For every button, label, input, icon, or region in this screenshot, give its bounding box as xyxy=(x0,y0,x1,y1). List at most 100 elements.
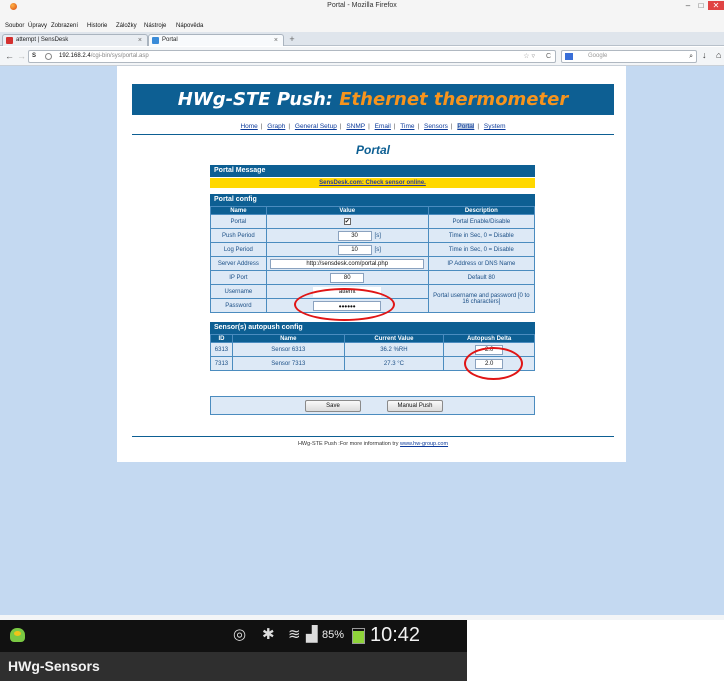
home-icon[interactable]: ⌂ xyxy=(716,50,721,60)
column-header: Name xyxy=(231,334,345,343)
tab-bar: attempt | SensDesk × Portal × + xyxy=(0,32,724,46)
new-tab-button[interactable]: + xyxy=(286,34,298,45)
nav-sensors[interactable]: Sensors xyxy=(424,123,448,130)
row-label: Portal xyxy=(210,214,267,229)
google-engine-icon[interactable] xyxy=(565,53,573,60)
bookmark-star-icon[interactable]: ☆ ▿ xyxy=(523,51,535,62)
nav-system[interactable]: System xyxy=(484,123,506,130)
nav-home[interactable]: Home xyxy=(240,123,257,130)
row-label: Username xyxy=(210,284,267,299)
divider xyxy=(132,134,614,135)
footer-link[interactable]: www.hw-group.com xyxy=(400,441,448,447)
tab-portal[interactable]: Portal × xyxy=(148,34,284,46)
row-label: Password xyxy=(210,298,267,313)
save-button[interactable]: Save xyxy=(305,400,361,412)
battery-icon xyxy=(352,628,365,644)
sensdesk-favicon-icon xyxy=(6,37,13,44)
tab-close-icon[interactable]: × xyxy=(138,35,142,46)
status-clock: 10:42 xyxy=(370,624,421,646)
row-description: Default 80 xyxy=(427,270,536,285)
menu-upravy[interactable]: Úpravy xyxy=(28,23,47,29)
portal-message-link[interactable]: SensDesk.com: Check sensor online. xyxy=(319,180,426,186)
menu-historie[interactable]: Historie xyxy=(87,23,107,29)
sensor-value: 36.2 %RH xyxy=(343,342,445,357)
delta-highlight-circle xyxy=(464,347,523,380)
download-icon[interactable]: ↓ xyxy=(702,50,707,60)
row-description: Portal Enable/Disable xyxy=(427,214,536,229)
column-header: ID xyxy=(210,334,233,343)
sensor-id: 6313 xyxy=(210,342,233,357)
nav-time[interactable]: Time xyxy=(400,123,414,130)
tab-close-icon[interactable]: × xyxy=(274,35,278,46)
sensor-name: Sensor 6313 xyxy=(231,342,345,357)
site-identity-icon[interactable]: S xyxy=(32,51,36,62)
window-title: Portal - Mozilla Firefox xyxy=(327,2,397,9)
ip-port-input[interactable]: 80 xyxy=(330,272,365,283)
tab-label: Portal xyxy=(162,37,178,43)
search-bar[interactable]: Google ⌕ xyxy=(561,50,697,63)
table-row: Log Period 10 [s] Time in Sec, 0 = Disabl… xyxy=(210,242,536,257)
tab-label: attempt | SensDesk xyxy=(16,37,69,43)
column-header: Value xyxy=(265,206,429,215)
minimize-button[interactable]: – xyxy=(683,1,693,10)
credentials-description: Portal username and password [0 to 16 ch… xyxy=(427,284,536,313)
nav-separator: | xyxy=(393,123,396,130)
manual-push-button[interactable]: Manual Push xyxy=(387,400,443,412)
log-period-input[interactable]: 10 xyxy=(337,244,372,255)
row-description: IP Address or DNS Name xyxy=(427,256,536,271)
portal-enable-checkbox[interactable]: ✔ xyxy=(343,217,351,225)
table-row: Server Address http://sensdesk.com/porta… xyxy=(210,256,536,271)
back-button[interactable]: ← xyxy=(5,50,14,62)
tab-sensdesk[interactable]: attempt | SensDesk × xyxy=(2,34,148,46)
navigation-bar: ← → S 192.168.2.4/cgi-bin/sys/portal.asp… xyxy=(0,47,724,66)
url-bar[interactable]: S 192.168.2.4/cgi-bin/sys/portal.asp ☆ ▿… xyxy=(28,50,556,63)
value-cell: 80 xyxy=(265,270,429,285)
page-banner: HWg-STE Push: Ethernet thermometer xyxy=(132,84,614,115)
table-header-row: Name Value Description xyxy=(210,206,536,215)
footer-text: HWg-STE Push :For more information try xyxy=(297,441,399,447)
nav-separator: | xyxy=(477,123,480,130)
menu-zalozky[interactable]: Záložky xyxy=(116,23,137,29)
menu-nastroje[interactable]: Nástroje xyxy=(144,23,166,29)
forward-button[interactable]: → xyxy=(17,50,26,62)
nav-general-setup[interactable]: General Setup xyxy=(295,123,337,130)
reload-icon[interactable]: C xyxy=(546,51,551,62)
sensor-name: Sensor 7313 xyxy=(231,356,345,371)
close-window-button[interactable]: ✕ xyxy=(708,1,724,10)
nav-snmp[interactable]: SNMP xyxy=(346,123,365,130)
banner-product-name: HWg-STE Push: xyxy=(177,89,333,110)
divider xyxy=(132,436,614,437)
push-period-input[interactable]: 30 xyxy=(337,230,372,241)
row-label: Push Period xyxy=(210,228,267,243)
url-host: 192.168.2.4 xyxy=(59,53,91,59)
portal-message-row: SensDesk.com: Check sensor online. xyxy=(210,178,535,188)
android-status-bar: ◎ ✱ ≋ ▟ 85% 10:42 xyxy=(0,620,467,652)
nav-separator: | xyxy=(368,123,370,130)
table-header-row: ID Name Current Value Autopush Delta xyxy=(210,334,535,343)
table-row: Push Period 30 [s] Time in Sec, 0 = Disab… xyxy=(210,228,536,243)
nav-graph[interactable]: Graph xyxy=(267,123,285,130)
nav-email[interactable]: Email xyxy=(375,123,391,130)
row-description: Time in Sec, 0 = Disable xyxy=(427,242,536,257)
eye-icon: ◎ xyxy=(233,626,247,643)
column-header: Name xyxy=(210,206,267,215)
search-placeholder: Google xyxy=(588,53,608,59)
page-footer: HWg-STE Push :For more information try w… xyxy=(132,441,614,447)
signal-icon: ▟ xyxy=(306,626,318,643)
row-description: Time in Sec, 0 = Disable xyxy=(427,228,536,243)
search-icon[interactable]: ⌕ xyxy=(689,51,693,62)
window-titlebar: Portal - Mozilla Firefox – □ ✕ xyxy=(0,0,724,12)
menu-zobrazeni[interactable]: Zobrazení xyxy=(51,23,78,29)
server-address-input[interactable]: http://sensdesk.com/portal.php xyxy=(270,258,425,269)
value-cell: http://sensdesk.com/portal.php xyxy=(265,256,429,271)
nav-portal[interactable]: Portal xyxy=(457,123,475,130)
android-app-title: HWg-Sensors xyxy=(0,652,467,681)
column-header: Current Value xyxy=(343,334,445,343)
portal-config-header: Portal config xyxy=(210,194,535,206)
maximize-button[interactable]: □ xyxy=(696,1,706,10)
menu-napoveda[interactable]: Nápověda xyxy=(176,23,203,29)
globe-icon xyxy=(45,53,52,60)
menu-soubor[interactable]: Soubor xyxy=(5,23,24,29)
sensors-autopush-header: Sensor(s) autopush config xyxy=(210,322,535,334)
wifi-icon: ≋ xyxy=(288,626,301,643)
